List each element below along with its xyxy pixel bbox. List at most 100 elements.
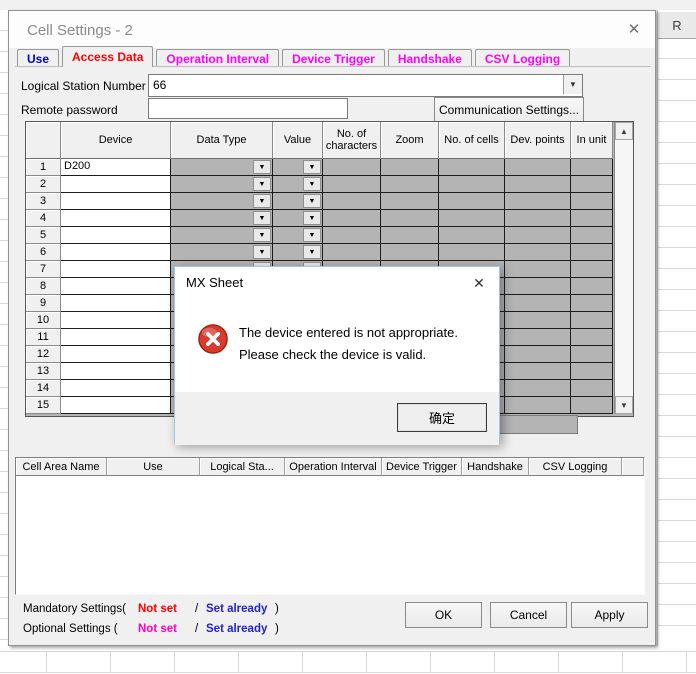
device-cell[interactable] [61, 346, 171, 363]
dropdown-arrow-icon[interactable]: ▼ [303, 194, 321, 208]
cell-area-column-header[interactable]: Logical Sta... [200, 458, 285, 476]
tab-csv-logging[interactable]: CSV Logging [475, 49, 570, 67]
column-header: Data Type [171, 122, 273, 159]
device-cell[interactable] [61, 295, 171, 312]
tab-handshake[interactable]: Handshake [388, 49, 472, 67]
column-header: In unit [571, 122, 613, 159]
row-number-cell[interactable]: 9 [26, 295, 61, 312]
scroll-down-icon[interactable]: ▼ [615, 396, 633, 414]
device-cell[interactable] [61, 193, 171, 210]
dev-points-cell [505, 295, 571, 312]
close-icon[interactable]: ✕ [467, 272, 491, 294]
confirm-button[interactable]: 确定 [397, 403, 487, 432]
optional-settings-line: Optional Settings ( Not set / Set alread… [23, 623, 323, 637]
row-number-cell[interactable]: 13 [26, 363, 61, 380]
dropdown-arrow-icon[interactable]: ▼ [303, 228, 321, 242]
logical-station-label: Logical Station Number [21, 79, 146, 93]
device-cell[interactable] [61, 244, 171, 261]
device-cell[interactable] [61, 278, 171, 295]
row-number-cell[interactable]: 14 [26, 380, 61, 397]
tab-use[interactable]: Use [17, 49, 59, 67]
row-number-cell[interactable]: 1 [26, 159, 61, 176]
cell-area-column-header[interactable]: Operation Interval [285, 458, 382, 476]
dev-points-cell [505, 210, 571, 227]
row-number-cell[interactable]: 6 [26, 244, 61, 261]
row-number-cell[interactable]: 7 [26, 261, 61, 278]
device-cell[interactable] [61, 363, 171, 380]
cancel-button[interactable]: Cancel [490, 602, 567, 628]
vertical-scrollbar[interactable]: ▲ ▼ [614, 122, 633, 414]
in-unit-cell [571, 329, 613, 346]
communication-settings-button[interactable]: Communication Settings... [434, 97, 584, 122]
device-cell[interactable] [61, 312, 171, 329]
scroll-up-icon[interactable]: ▲ [615, 122, 633, 140]
dev-points-cell [505, 159, 571, 176]
device-cell[interactable]: D200 [61, 159, 171, 176]
remote-password-input[interactable] [148, 98, 348, 119]
dev-points-cell [505, 176, 571, 193]
apply-button[interactable]: Apply [571, 602, 648, 628]
data-type-cell: ▼ [171, 159, 273, 176]
excel-column-header[interactable]: R [658, 12, 696, 39]
in-unit-cell [571, 159, 613, 176]
column-header: No. of cells [439, 122, 505, 159]
in-unit-cell [571, 346, 613, 363]
device-cell[interactable] [61, 329, 171, 346]
close-icon[interactable]: ✕ [621, 18, 647, 40]
in-unit-cell [571, 193, 613, 210]
device-cell[interactable] [61, 380, 171, 397]
device-cell[interactable] [61, 261, 171, 278]
in-unit-cell [571, 295, 613, 312]
row-number-cell[interactable]: 15 [26, 397, 61, 414]
close-paren: ) [275, 623, 279, 635]
dropdown-arrow-icon[interactable]: ▼ [253, 160, 271, 174]
row-number-cell[interactable]: 10 [26, 312, 61, 329]
characters-cell [323, 210, 381, 227]
device-table-header: DeviceData TypeValueNo. of charactersZoo… [26, 122, 613, 159]
device-cell[interactable] [61, 176, 171, 193]
dropdown-arrow-icon[interactable]: ▼ [303, 177, 321, 191]
device-cell[interactable] [61, 210, 171, 227]
row-number-cell[interactable]: 4 [26, 210, 61, 227]
row-number-cell[interactable]: 2 [26, 176, 61, 193]
cell-area-column-header[interactable]: Cell Area Name [16, 458, 107, 476]
excel-grid-bottom [0, 646, 696, 674]
dropdown-arrow-icon[interactable]: ▼ [303, 211, 321, 225]
dialog-titlebar[interactable]: Cell Settings - 2 ✕ [9, 11, 655, 48]
row-number-cell[interactable]: 8 [26, 278, 61, 295]
corner-header [26, 122, 61, 159]
dropdown-arrow-icon[interactable]: ▼ [253, 177, 271, 191]
dropdown-arrow-icon[interactable]: ▼ [253, 245, 271, 259]
row-number-cell[interactable]: 3 [26, 193, 61, 210]
device-cell[interactable] [61, 397, 171, 414]
dropdown-arrow-icon[interactable]: ▼ [303, 245, 321, 259]
no-of-cells-cell [439, 159, 505, 176]
dropdown-arrow-icon[interactable]: ▼ [253, 228, 271, 242]
tab-device-trigger[interactable]: Device Trigger [282, 49, 385, 67]
cell-area-column-header[interactable]: Use [107, 458, 200, 476]
zoom-cell [381, 210, 439, 227]
chevron-down-icon[interactable]: ▼ [563, 75, 582, 94]
tab-access-data[interactable]: Access Data [62, 46, 153, 67]
cell-area-column-header[interactable]: CSV Logging [529, 458, 622, 476]
value-cell: ▼ [273, 210, 323, 227]
data-type-cell: ▼ [171, 176, 273, 193]
row-number-cell[interactable]: 5 [26, 227, 61, 244]
column-header: Zoom [381, 122, 439, 159]
error-icon [198, 324, 228, 354]
logical-station-combobox[interactable]: 66 ▼ [148, 74, 583, 97]
optional-set-already: Set already [206, 623, 267, 635]
dropdown-arrow-icon[interactable]: ▼ [253, 194, 271, 208]
row-number-cell[interactable]: 11 [26, 329, 61, 346]
dropdown-arrow-icon[interactable]: ▼ [253, 211, 271, 225]
dropdown-arrow-icon[interactable]: ▼ [303, 160, 321, 174]
dialog-title: Cell Settings - 2 [27, 22, 133, 39]
device-cell[interactable] [61, 227, 171, 244]
row-number-cell[interactable]: 12 [26, 346, 61, 363]
close-paren: ) [275, 603, 279, 615]
cell-area-column-header[interactable]: Device Trigger [382, 458, 462, 476]
tab-operation-interval[interactable]: Operation Interval [156, 49, 279, 67]
ok-button[interactable]: OK [405, 602, 482, 628]
cell-area-column-header[interactable]: Handshake [462, 458, 529, 476]
column-header: Value [273, 122, 323, 159]
